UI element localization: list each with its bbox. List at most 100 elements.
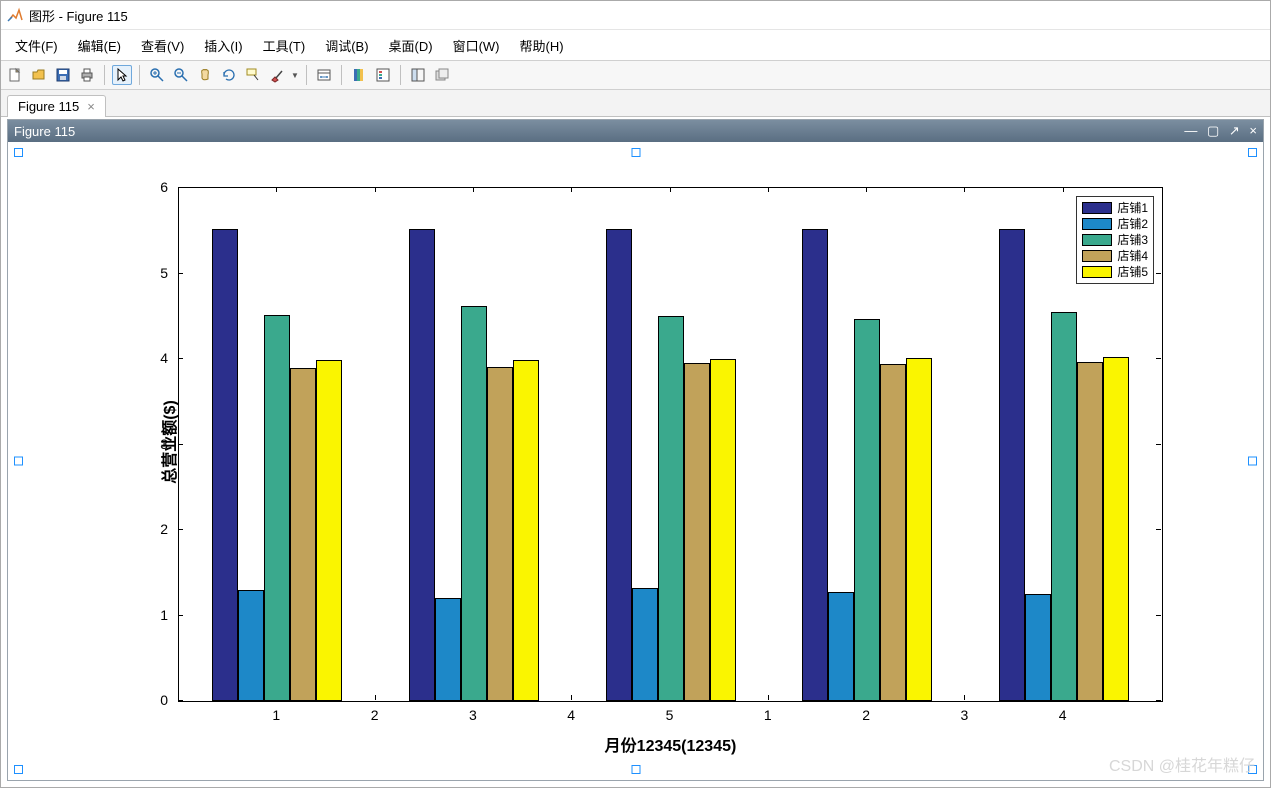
bar (658, 316, 684, 701)
axes[interactable]: 店铺1店铺2店铺3店铺4店铺5 (178, 187, 1163, 702)
bar (1103, 357, 1129, 701)
legend-swatch (1082, 250, 1112, 262)
link-icon[interactable] (314, 65, 334, 85)
x-tick: 1 (261, 707, 291, 723)
bar (802, 229, 828, 701)
x-tick: 2 (360, 707, 390, 723)
y-tick: 6 (8, 179, 168, 195)
open-icon[interactable] (29, 65, 49, 85)
minimize-icon[interactable]: — (1184, 123, 1197, 138)
zoom-in-icon[interactable] (147, 65, 167, 85)
menu-desktop[interactable]: 桌面(D) (389, 36, 433, 55)
y-tick: 0 (8, 692, 168, 708)
bar (880, 364, 906, 701)
bar (632, 588, 658, 701)
bar (212, 229, 238, 701)
legend-label: 店铺4 (1117, 248, 1148, 264)
legend-swatch (1082, 266, 1112, 278)
y-tick: 5 (8, 265, 168, 281)
bar (1051, 312, 1077, 701)
legend-item: 店铺5 (1082, 264, 1148, 280)
colorbar-icon[interactable] (349, 65, 369, 85)
toolbar-separator (341, 65, 342, 85)
bar (606, 229, 632, 701)
bar (684, 363, 710, 701)
pointer-icon[interactable] (112, 65, 132, 85)
bar (1025, 594, 1051, 701)
bar (906, 358, 932, 701)
legend-swatch (1082, 234, 1112, 246)
selection-handle[interactable] (1248, 457, 1257, 466)
menu-debug[interactable]: 调试(B) (325, 36, 368, 55)
selection-handle[interactable] (1248, 148, 1257, 157)
maximize-icon[interactable]: ▢ (1207, 123, 1219, 138)
legend-label: 店铺5 (1117, 264, 1148, 280)
bar (487, 367, 513, 701)
x-tick: 3 (458, 707, 488, 723)
restore-icon[interactable]: ↗ (1229, 123, 1240, 138)
toolbar-separator (306, 65, 307, 85)
bar (409, 229, 435, 701)
menu-help[interactable]: 帮助(H) (520, 36, 564, 55)
legend-label: 店铺2 (1117, 216, 1148, 232)
x-axis-label: 月份12345(12345) (178, 732, 1163, 756)
dock-icon[interactable] (408, 65, 428, 85)
menu-tools[interactable]: 工具(T) (263, 36, 306, 55)
save-icon[interactable] (53, 65, 73, 85)
close-icon[interactable]: × (1249, 123, 1257, 138)
window-title: 图形 - Figure 115 (29, 6, 128, 25)
legend-item: 店铺3 (1082, 232, 1148, 248)
brush-icon[interactable] (267, 65, 287, 85)
selection-handle[interactable] (14, 148, 23, 157)
bar (854, 319, 880, 701)
legend-item: 店铺1 (1082, 200, 1148, 216)
legend-label: 店铺1 (1117, 200, 1148, 216)
menu-window[interactable]: 窗口(W) (453, 36, 500, 55)
data-cursor-icon[interactable] (243, 65, 263, 85)
bar (828, 592, 854, 701)
figure-window: 图形 - Figure 115 文件(F) 编辑(E) 查看(V) 插入(I) … (0, 0, 1271, 788)
zoom-out-icon[interactable] (171, 65, 191, 85)
tab-close-icon[interactable]: × (87, 99, 95, 114)
bar (238, 590, 264, 701)
menu-edit[interactable]: 编辑(E) (78, 36, 121, 55)
legend-item: 店铺2 (1082, 216, 1148, 232)
legend[interactable]: 店铺1店铺2店铺3店铺4店铺5 (1076, 196, 1154, 284)
brush-dropdown-icon[interactable]: ▼ (291, 71, 299, 80)
bar (999, 229, 1025, 701)
menu-file[interactable]: 文件(F) (15, 36, 58, 55)
panel-controls: — ▢ ↗ × (1178, 123, 1257, 139)
x-tick: 4 (556, 707, 586, 723)
new-icon[interactable] (5, 65, 25, 85)
bar (461, 306, 487, 701)
bar (316, 360, 342, 701)
undock-icon[interactable] (432, 65, 452, 85)
bar (264, 315, 290, 701)
toolbar: ▼ (1, 60, 1270, 90)
bar (435, 598, 461, 701)
selection-handle[interactable] (14, 457, 23, 466)
figure-tab[interactable]: Figure 115 × (7, 95, 106, 117)
pan-icon[interactable] (195, 65, 215, 85)
figure-canvas[interactable]: 总营业额($) 月份12345(12345) 0123456 123451234… (8, 142, 1263, 780)
titlebar: 图形 - Figure 115 (1, 1, 1270, 30)
menu-insert[interactable]: 插入(I) (204, 36, 242, 55)
selection-handle[interactable] (14, 765, 23, 774)
figure-panel-header: Figure 115 — ▢ ↗ × (8, 120, 1263, 142)
bar (513, 360, 539, 701)
bar (290, 368, 316, 701)
legend-icon[interactable] (373, 65, 393, 85)
menu-view[interactable]: 查看(V) (141, 36, 184, 55)
y-tick: 4 (8, 350, 168, 366)
menubar: 文件(F) 编辑(E) 查看(V) 插入(I) 工具(T) 调试(B) 桌面(D… (1, 30, 1270, 60)
print-icon[interactable] (77, 65, 97, 85)
legend-item: 店铺4 (1082, 248, 1148, 264)
rotate-icon[interactable] (219, 65, 239, 85)
toolbar-separator (139, 65, 140, 85)
bar (710, 359, 736, 701)
selection-handle[interactable] (631, 148, 640, 157)
legend-label: 店铺3 (1117, 232, 1148, 248)
x-tick: 4 (1048, 707, 1078, 723)
x-tick: 5 (655, 707, 685, 723)
selection-handle[interactable] (631, 765, 640, 774)
